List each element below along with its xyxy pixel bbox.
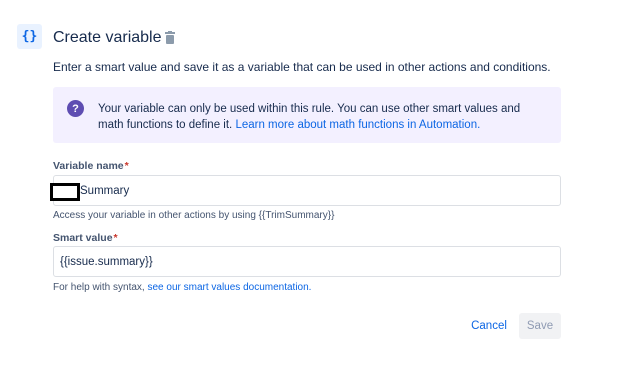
trash-icon[interactable] bbox=[164, 31, 176, 44]
smart-value-help-text: For help with syntax, bbox=[53, 282, 148, 293]
variable-name-input[interactable]: Summary bbox=[53, 175, 561, 206]
math-functions-link[interactable]: Learn more about math functions in Autom… bbox=[235, 119, 480, 131]
page-title: Create variable bbox=[53, 29, 162, 46]
smart-value-value: {{issue.summary}} bbox=[60, 255, 153, 268]
smart-value-label-text: Smart value bbox=[53, 232, 113, 244]
redaction-box bbox=[50, 183, 80, 201]
variable-name-label: Variable name* bbox=[53, 160, 129, 172]
smart-value-help: For help with syntax, see our smart valu… bbox=[53, 282, 311, 293]
info-panel: ? Your variable can only be used within … bbox=[53, 87, 561, 143]
smart-values-docs-link[interactable]: see our smart values documentation. bbox=[147, 282, 311, 293]
save-button[interactable]: Save bbox=[519, 313, 561, 339]
variable-name-help: Access your variable in other actions by… bbox=[53, 210, 335, 221]
info-text: Your variable can only be used within th… bbox=[98, 101, 548, 133]
variable-name-label-text: Variable name bbox=[53, 160, 124, 172]
smart-value-label: Smart value* bbox=[53, 232, 118, 244]
variable-name-value: Summary bbox=[80, 184, 130, 197]
cancel-button[interactable]: Cancel bbox=[462, 313, 516, 339]
required-mark: * bbox=[113, 232, 118, 244]
smart-value-input[interactable]: {{issue.summary}} bbox=[53, 246, 561, 277]
question-icon: ? bbox=[67, 100, 84, 117]
required-mark: * bbox=[124, 160, 129, 172]
description: Enter a smart value and save it as a var… bbox=[53, 60, 551, 74]
curly-braces-icon: {} bbox=[17, 24, 42, 49]
